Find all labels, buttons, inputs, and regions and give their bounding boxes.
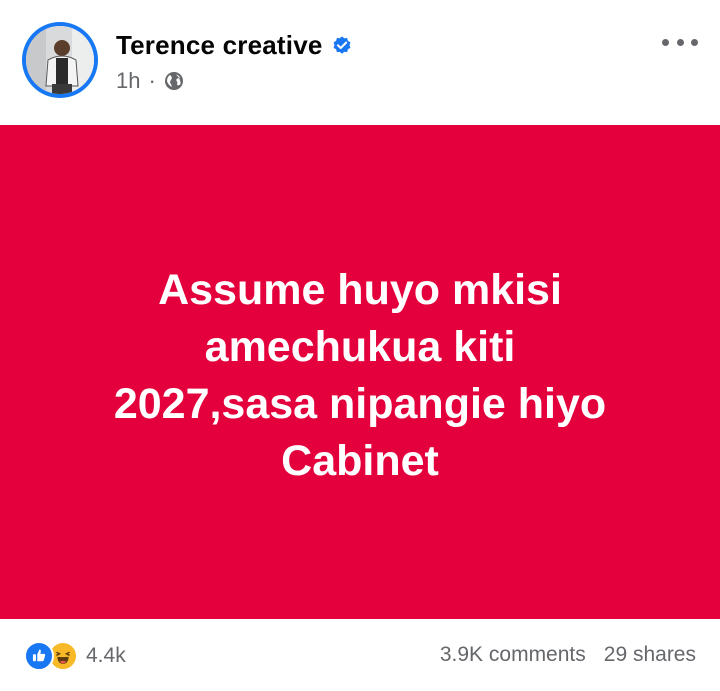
post-time[interactable]: 1h: [116, 68, 140, 94]
post-text-line: 2027,sasa nipangie hiyo: [113, 380, 607, 428]
post-header: Terence creative 1h ·: [0, 0, 720, 125]
author-name[interactable]: Terence creative: [116, 30, 323, 61]
engagement-stats: 3.9K comments 29 shares: [440, 643, 696, 667]
more-dot: [676, 38, 684, 46]
meta-separator: ·: [148, 68, 156, 93]
reaction-count: 4.4k: [86, 644, 126, 667]
more-dot: [691, 38, 698, 46]
post-text-card[interactable]: Assume huyo mkisi amechukua kiti 2027,sa…: [0, 125, 720, 619]
post-footer: 4.4k 3.9K comments 29 shares: [0, 619, 720, 691]
comments-count[interactable]: 3.9K comments: [440, 643, 586, 667]
like-icon: [24, 641, 54, 671]
shares-count[interactable]: 29 shares: [604, 643, 696, 667]
post-text-line: Cabinet: [281, 437, 439, 485]
post-meta: 1h ·: [116, 68, 184, 94]
globe-icon[interactable]: [164, 71, 184, 91]
verified-badge-icon: [333, 35, 350, 54]
avatar-image: [26, 26, 94, 94]
post-text-line: Assume huyo mkisi: [158, 266, 562, 314]
post-text: Assume huyo mkisi amechukua kiti 2027,sa…: [40, 262, 680, 490]
avatar[interactable]: [22, 22, 98, 98]
post-text-line: amechukua kiti: [204, 323, 516, 371]
more-dot: [662, 38, 669, 46]
more-options-icon[interactable]: [662, 32, 698, 52]
author-row: Terence creative: [116, 30, 353, 61]
reactions-summary[interactable]: 4.4k: [24, 641, 126, 671]
